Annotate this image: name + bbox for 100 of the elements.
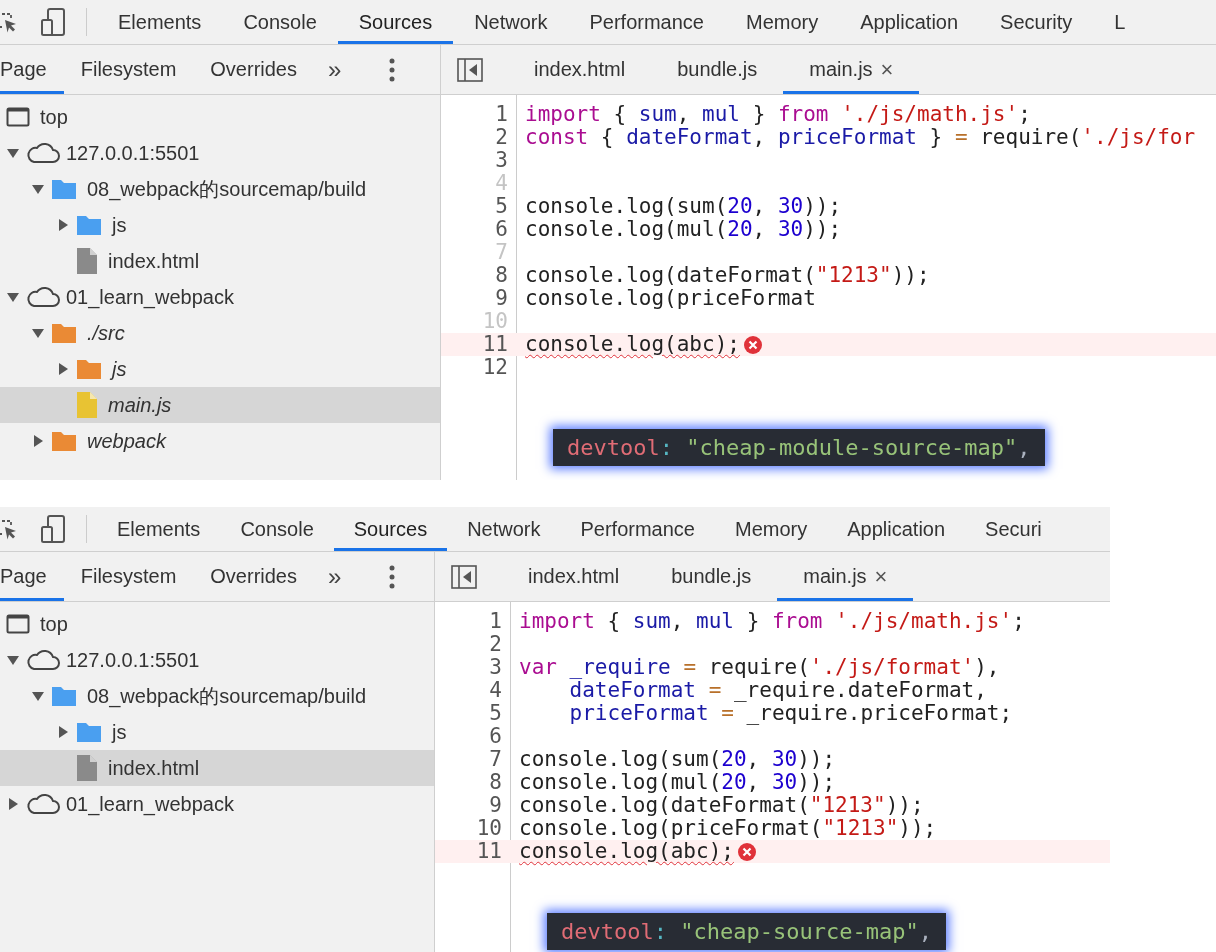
- tree-item[interactable]: main.js: [0, 387, 440, 423]
- device-toolbar-icon[interactable]: [40, 515, 66, 543]
- cloud-icon: [26, 649, 60, 671]
- code-line: import { sum, mul } from './js/math.js';: [525, 103, 1031, 126]
- line-number: 1: [488, 610, 502, 633]
- panel-tab[interactable]: Network: [447, 507, 561, 551]
- device-toolbar-icon[interactable]: [40, 8, 66, 36]
- tree-item[interactable]: index.html: [0, 243, 440, 279]
- tree-item[interactable]: top: [0, 606, 434, 642]
- close-tab-button[interactable]: ×: [874, 563, 888, 590]
- more-options-icon[interactable]: [389, 564, 396, 589]
- expanded-caret-icon[interactable]: [31, 182, 45, 196]
- tree-item[interactable]: ./src: [0, 315, 440, 351]
- sidebar-toggle-icon[interactable]: [457, 57, 483, 82]
- line-number: 11: [481, 333, 508, 356]
- close-tab-button[interactable]: ×: [880, 56, 894, 83]
- code-line: console.log(dateFormat("1213"));: [519, 794, 924, 817]
- file-tab[interactable]: index.html: [508, 45, 652, 94]
- panel-tab[interactable]: Performance: [568, 0, 725, 44]
- tree-label: 01_learn_webpack: [66, 792, 234, 816]
- code-line: var _require = require('./js/format'),: [519, 656, 1000, 679]
- line-number: 10: [475, 817, 502, 840]
- collapsed-caret-icon[interactable]: [6, 797, 20, 811]
- sidebar-toggle-icon[interactable]: [451, 564, 477, 589]
- tree-item[interactable]: webpack: [0, 423, 440, 459]
- expanded-caret-icon[interactable]: [31, 689, 45, 703]
- tree-item[interactable]: top: [0, 99, 440, 135]
- tree-label: 127.0.0.1:5501: [66, 648, 200, 672]
- panel-tab[interactable]: Elements: [97, 0, 223, 44]
- line-number: 2: [494, 126, 508, 149]
- line-number: 1: [494, 103, 508, 126]
- tree-label: top: [40, 105, 68, 129]
- tree-item[interactable]: 01_learn_webpack: [0, 786, 434, 822]
- tree-label: top: [40, 612, 68, 636]
- collapsed-caret-icon[interactable]: [31, 434, 45, 448]
- navigator-tab[interactable]: Filesystem: [63, 552, 194, 601]
- inspect-icon[interactable]: [0, 518, 18, 540]
- tree-item[interactable]: js: [0, 714, 434, 750]
- collapsed-caret-icon[interactable]: [56, 362, 70, 376]
- code-line: console.log(sum(20, 30));: [525, 195, 842, 218]
- navigator-tab[interactable]: Overrides: [193, 552, 314, 601]
- expanded-caret-icon[interactable]: [6, 653, 20, 667]
- tree-item[interactable]: 08_webpack的sourcemap/build: [0, 171, 440, 207]
- line-number: 8: [494, 264, 508, 287]
- collapsed-caret-icon[interactable]: [56, 218, 70, 232]
- more-options-icon[interactable]: [389, 57, 396, 82]
- code-line: console.log(abc);: [525, 333, 740, 356]
- tree-label: js: [112, 357, 127, 381]
- line-number: 8: [488, 771, 502, 794]
- code-line: import { sum, mul } from './js/math.js';: [519, 610, 1025, 633]
- line-number: 6: [488, 725, 502, 748]
- line-number: 10: [481, 310, 508, 333]
- line-number: 4: [494, 172, 508, 195]
- code-line: console.log(priceFormat("1213"));: [519, 817, 937, 840]
- inspect-icon[interactable]: [0, 11, 18, 33]
- frame-icon: [6, 107, 30, 127]
- collapsed-caret-icon[interactable]: [56, 725, 70, 739]
- tree-item[interactable]: js: [0, 351, 440, 387]
- panel-tab[interactable]: Console: [220, 507, 334, 551]
- panel-tab[interactable]: Application: [827, 507, 966, 551]
- cloud-icon: [26, 142, 60, 164]
- panel-tab[interactable]: Security: [979, 0, 1094, 44]
- panel-tab[interactable]: L: [1093, 0, 1147, 44]
- line-number: 6: [494, 218, 508, 241]
- panel-tab[interactable]: Securi: [965, 507, 1062, 551]
- expanded-caret-icon[interactable]: [31, 326, 45, 340]
- file-tab[interactable]: bundle.js: [651, 45, 784, 94]
- code-line: console.log(abc);: [519, 840, 734, 863]
- tree-label: ./src: [87, 321, 125, 345]
- file-tab[interactable]: index.html: [502, 552, 646, 601]
- panel-tab[interactable]: Elements: [97, 507, 221, 551]
- tree-item[interactable]: 08_webpack的sourcemap/build: [0, 678, 434, 714]
- tree-item[interactable]: 127.0.0.1:5501: [0, 135, 440, 171]
- navigator-tab[interactable]: Filesystem: [63, 45, 194, 94]
- tree-item[interactable]: 127.0.0.1:5501: [0, 642, 434, 678]
- panel-tab[interactable]: Memory: [715, 507, 828, 551]
- panel-tab[interactable]: Console: [222, 0, 338, 44]
- error-icon: [743, 335, 762, 354]
- line-number: 3: [488, 656, 502, 679]
- line-number: 3: [494, 149, 508, 172]
- tree-item[interactable]: 01_learn_webpack: [0, 279, 440, 315]
- more-tabs-button[interactable]: »: [314, 45, 356, 94]
- panel-tab[interactable]: Performance: [560, 507, 715, 551]
- tree-label: js: [112, 213, 127, 237]
- expanded-caret-icon[interactable]: [6, 290, 20, 304]
- panel-tab[interactable]: Application: [839, 0, 980, 44]
- file-tab[interactable]: bundle.js: [645, 552, 778, 601]
- panel-tab[interactable]: Memory: [725, 0, 840, 44]
- more-tabs-button[interactable]: »: [314, 552, 356, 601]
- tree-label: js: [112, 720, 127, 744]
- navigator-tab[interactable]: Overrides: [193, 45, 314, 94]
- code-line: console.log(mul(20, 30));: [519, 771, 836, 794]
- cloud-icon: [26, 793, 60, 815]
- line-number: 7: [494, 241, 508, 264]
- tree-item[interactable]: index.html: [0, 750, 434, 786]
- panel-tab[interactable]: Network: [453, 0, 569, 44]
- tree-item[interactable]: js: [0, 207, 440, 243]
- line-number: 9: [488, 794, 502, 817]
- line-number: 12: [481, 356, 508, 379]
- expanded-caret-icon[interactable]: [6, 146, 20, 160]
